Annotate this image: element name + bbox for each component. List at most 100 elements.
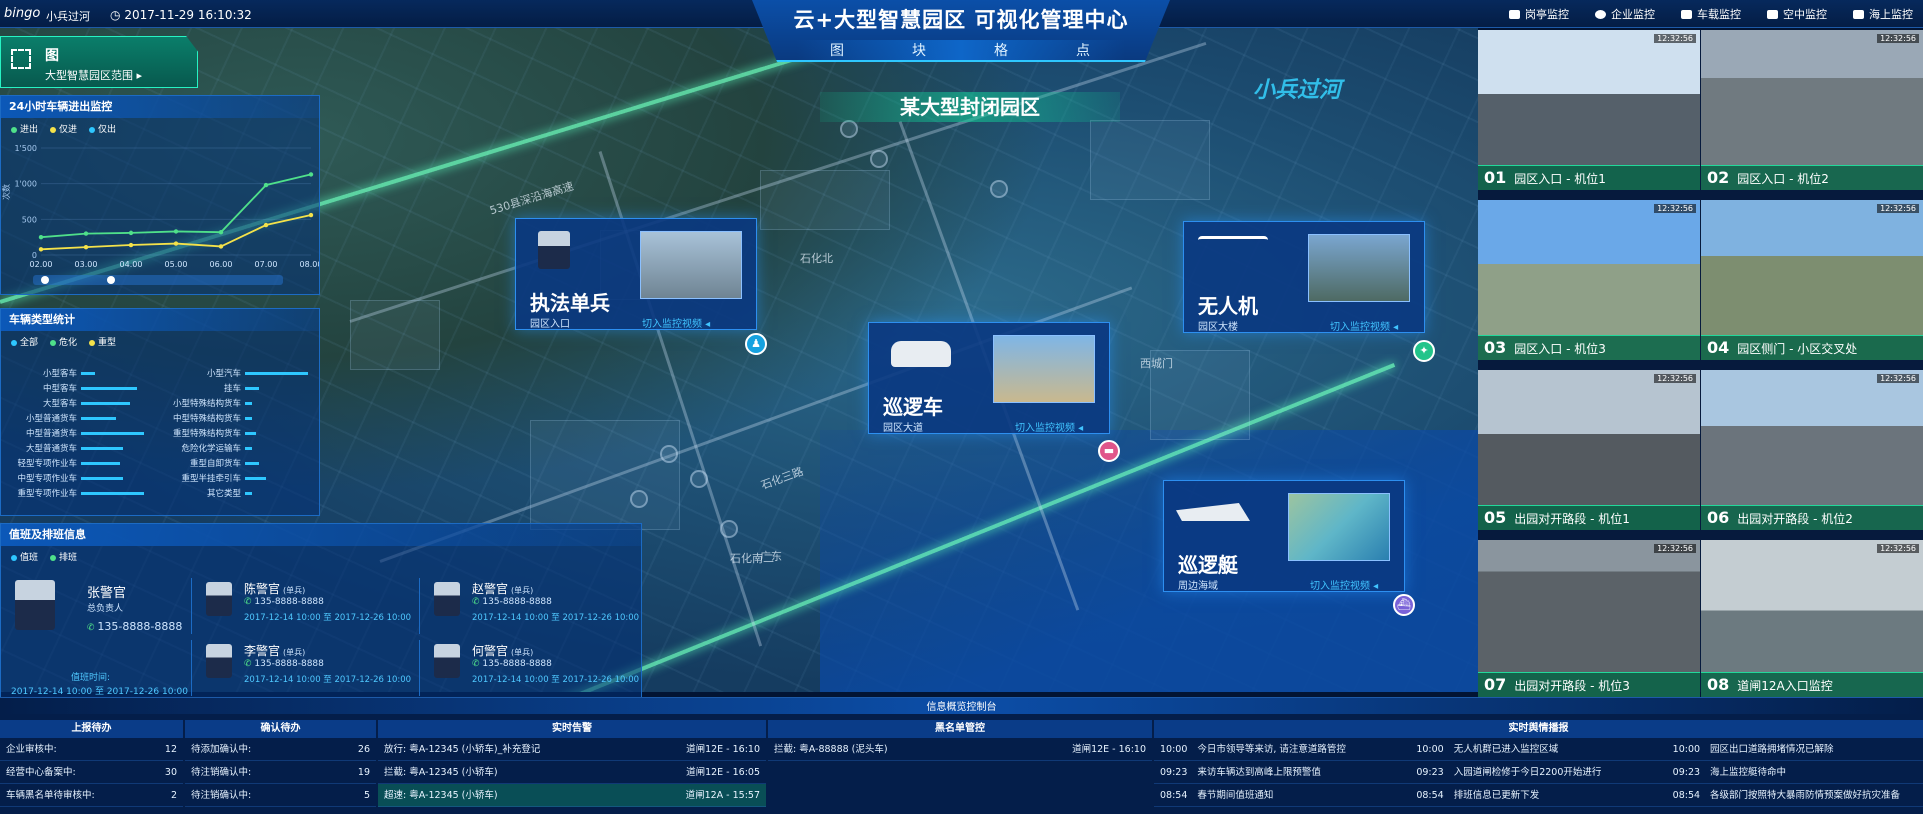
news-time: 10:00 (1672, 744, 1701, 755)
popup-video-link[interactable]: 切入监控视频 ◂ (642, 315, 710, 330)
table-row[interactable]: 企业审核中: 12 (0, 738, 183, 761)
drone-pin-icon[interactable]: ✦ (1413, 340, 1435, 362)
ship-icon (1853, 9, 1864, 19)
car-pin-icon[interactable]: ▬ (1098, 440, 1120, 462)
news-row[interactable]: 09:23 来访车辆达到高峰上限预警值 (1154, 761, 1411, 784)
lead-name: 张警官 (87, 586, 127, 601)
camera-name: 道闸12A入口监控 (1737, 679, 1833, 693)
popup-patrol-car[interactable]: 巡逻车 园区大道 切入监控视频 ◂ (868, 322, 1110, 434)
tab-schedule[interactable]: 排班 (50, 550, 77, 563)
camera-icon (1509, 9, 1520, 19)
person-pin-icon[interactable]: ♟ (745, 333, 767, 355)
vehicle-row: 其它类型 (151, 487, 321, 499)
datetime-text: 2017-11-29 16:10:32 (124, 8, 252, 22)
officer-card[interactable]: 陈警官 (单兵) ✆ 135-8888-8888 2017-12-14 10:00 至… (191, 578, 413, 634)
nav-air-monitor[interactable]: 空中监控 (1767, 6, 1827, 22)
camera-feed[interactable]: 12:32:56 01 园区入口 - 机位1 (1478, 30, 1700, 190)
legend-in[interactable]: 仅进 (50, 122, 77, 135)
legend-heavy[interactable]: 重型 (89, 335, 116, 348)
row-key: 待注销确认中: (191, 767, 252, 778)
data-point (83, 231, 89, 236)
news-time: 10:00 (1160, 744, 1188, 755)
news-subcolumn: 10:00 园区出口道路拥堵情况已解除 09:23 海上监控艇待命中 08:54 各级部门… (1666, 738, 1923, 807)
legend-out[interactable]: 仅出 (89, 122, 116, 135)
table-row[interactable]: 待注销确认中: 5 (185, 784, 376, 807)
popup-patrol-boat[interactable]: 巡逻艇 周边海域 切入监控视频 ◂ (1163, 480, 1405, 592)
tab-tu[interactable]: 图 (830, 40, 846, 60)
vehicle-row: 中型普通货车 (1, 427, 151, 439)
vehicle-label: 重型特殊结构货车 (172, 429, 241, 439)
vehicle-bar (245, 401, 252, 405)
camera-feed[interactable]: 12:32:56 04 园区侧门 - 小区交叉处 (1701, 200, 1923, 360)
time-scrollbar[interactable] (33, 275, 283, 285)
duty-tabs: 值班 排班 (1, 546, 641, 567)
camera-feed[interactable]: 12:32:56 08 道闸12A入口监控 (1701, 540, 1923, 697)
news-time: 08:54 (1416, 790, 1444, 801)
popup-photo (640, 231, 742, 299)
vehicle-row: 大型普通货车 (1, 442, 151, 454)
camera-feed[interactable]: 12:32:56 06 出园对开路段 - 机位2 (1701, 370, 1923, 530)
scope-button[interactable]: 图 大型智慧园区范围 ▸ (0, 36, 198, 88)
boat-pin-icon[interactable]: ⛴ (1393, 594, 1415, 616)
phone-icon: ✆ (472, 597, 483, 607)
nav-vehicle-monitor[interactable]: 车载监控 (1681, 6, 1741, 22)
legend-hazmat[interactable]: 危化 (50, 335, 77, 348)
avatar (206, 644, 232, 678)
table-row[interactable]: 经营中心备案中: 30 (0, 761, 183, 784)
camera-name: 园区侧门 - 小区交叉处 (1737, 342, 1858, 356)
camera-feed[interactable]: 12:32:56 05 出园对开路段 - 机位1 (1478, 370, 1700, 530)
legend-in-out[interactable]: 进出 (11, 122, 38, 135)
nav-booth-monitor[interactable]: 岗亭监控 (1509, 6, 1569, 22)
tab-ge[interactable]: 格 (994, 40, 1010, 60)
table-row[interactable]: 待添加确认中: 26 (185, 738, 376, 761)
officer-card[interactable]: 李警官 (单兵) ✆ 135-8888-8888 2017-12-14 10:00 至… (191, 640, 413, 696)
vehicle-bar (245, 386, 259, 390)
legend-all[interactable]: 全部 (11, 335, 38, 348)
scroll-handle[interactable] (41, 276, 49, 284)
tab-on-duty[interactable]: 值班 (11, 550, 38, 563)
popup-video-link[interactable]: 切入监控视频 ◂ (1310, 577, 1378, 592)
nav-enterprise-monitor[interactable]: 企业监控 (1595, 6, 1655, 22)
table-row[interactable]: 车辆黑名单待审核中: 2 (0, 784, 183, 807)
lead-phone: ✆ 135-8888-8888 (87, 620, 183, 633)
popup-photo (1288, 493, 1390, 561)
popup-location: 园区入口 (530, 319, 570, 330)
nav-sea-monitor[interactable]: 海上监控 (1853, 6, 1913, 22)
tab-kuai[interactable]: 块 (912, 40, 928, 60)
tab-dian[interactable]: 点 (1076, 40, 1092, 60)
table-row[interactable]: 超速: 粤A-12345 (小轿车) 道闸12A - 15:57 (378, 784, 766, 807)
news-row[interactable]: 09:23 入园道闸检修于今日2200开始进行 (1410, 761, 1667, 784)
news-row[interactable]: 10:00 园区出口道路拥堵情况已解除 (1666, 738, 1923, 761)
news-row[interactable]: 09:23 海上监控艇待命中 (1666, 761, 1923, 784)
avatar (206, 582, 232, 616)
popup-officer[interactable]: 执法单兵 园区入口 切入监控视频 ◂ (515, 218, 757, 330)
officer-tag: (单兵) (283, 648, 306, 657)
traffic-chart: 0 500 1'000 1'500 次数 02.00 03.00 04.00 05.00 06.0… (1, 144, 319, 285)
news-row[interactable]: 10:00 无人机群已进入监控区域 (1410, 738, 1667, 761)
camera-feed[interactable]: 12:32:56 03 园区入口 - 机位3 (1478, 200, 1700, 360)
vehicle-row: 小型汽车 (151, 367, 321, 379)
table-row[interactable]: 放行: 粤A-12345 (小轿车)_补充登记 道闸12E - 16:10 (378, 738, 766, 761)
news-row[interactable]: 08:54 各级部门按照特大暴雨防情预案做好抗灾准备 (1666, 784, 1923, 807)
news-message: 海上监控艇待命中 (1710, 767, 1787, 778)
table-row[interactable]: 拦截: 粤A-12345 (小轿车) 道闸12E - 16:05 (378, 761, 766, 784)
data-point (218, 229, 224, 235)
news-row[interactable]: 08:54 排班信息已更新下发 (1410, 784, 1667, 807)
table-row[interactable]: 待注销确认中: 19 (185, 761, 376, 784)
news-message: 园区出口道路拥堵情况已解除 (1710, 744, 1834, 755)
popup-video-link[interactable]: 切入监控视频 ◂ (1330, 318, 1398, 333)
table-row[interactable]: 拦截: 粤A-88888 (泥头车) 道闸12E - 16:10 (768, 738, 1152, 761)
news-row[interactable]: 08:54 春节期间值班通知 (1154, 784, 1411, 807)
popup-video-link[interactable]: 切入监控视频 ◂ (1015, 419, 1083, 434)
row-key: 企业审核中: (6, 744, 57, 755)
news-row[interactable]: 10:00 今日市领导等来访, 请注意道路管控 (1154, 738, 1411, 761)
popup-drone[interactable]: 无人机 园区大楼 切入监控视频 ◂ (1183, 221, 1425, 333)
officer-card[interactable]: 何警官 (单兵) ✆ 135-8888-8888 2017-12-14 10:00 至… (419, 640, 641, 696)
x-tick-label: 05.00 (165, 260, 188, 269)
camera-feed[interactable]: 12:32:56 07 出园对开路段 - 机位3 (1478, 540, 1700, 697)
scroll-handle[interactable] (107, 276, 115, 284)
officer-card[interactable]: 赵警官 (单兵) ✆ 135-8888-8888 2017-12-14 10:00 至… (419, 578, 641, 634)
news-time: 09:23 (1416, 767, 1444, 778)
data-point (263, 222, 269, 228)
camera-feed[interactable]: 12:32:56 02 园区入口 - 机位2 (1701, 30, 1923, 190)
